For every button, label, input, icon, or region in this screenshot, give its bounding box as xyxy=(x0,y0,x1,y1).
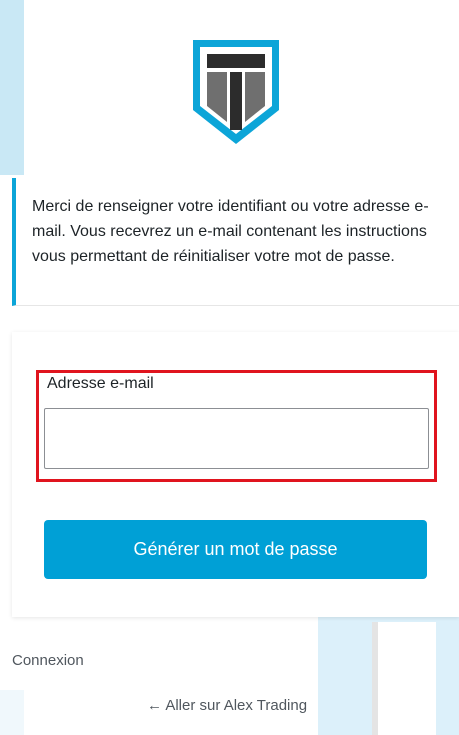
email-label: Adresse e-mail xyxy=(47,375,154,392)
background-shape-bottom-left xyxy=(0,690,24,735)
info-message: Merci de renseigner votre identifiant ou… xyxy=(12,178,459,306)
email-field-highlight: Adresse e-mail xyxy=(36,370,437,482)
shield-t-logo-icon xyxy=(193,40,279,144)
background-shape-right-inner xyxy=(372,622,436,735)
site-logo[interactable] xyxy=(193,40,279,144)
email-input[interactable] xyxy=(44,408,429,469)
generate-password-button[interactable]: Générer un mot de passe xyxy=(44,520,427,579)
lost-password-form: Adresse e-mail Générer un mot de passe xyxy=(12,332,459,617)
login-link[interactable]: Connexion xyxy=(12,652,84,669)
background-shape-left xyxy=(0,0,24,175)
info-message-text: Merci de renseigner votre identifiant ou… xyxy=(32,198,429,265)
back-to-site-link[interactable]: ← Aller sur Alex Trading xyxy=(147,697,307,714)
